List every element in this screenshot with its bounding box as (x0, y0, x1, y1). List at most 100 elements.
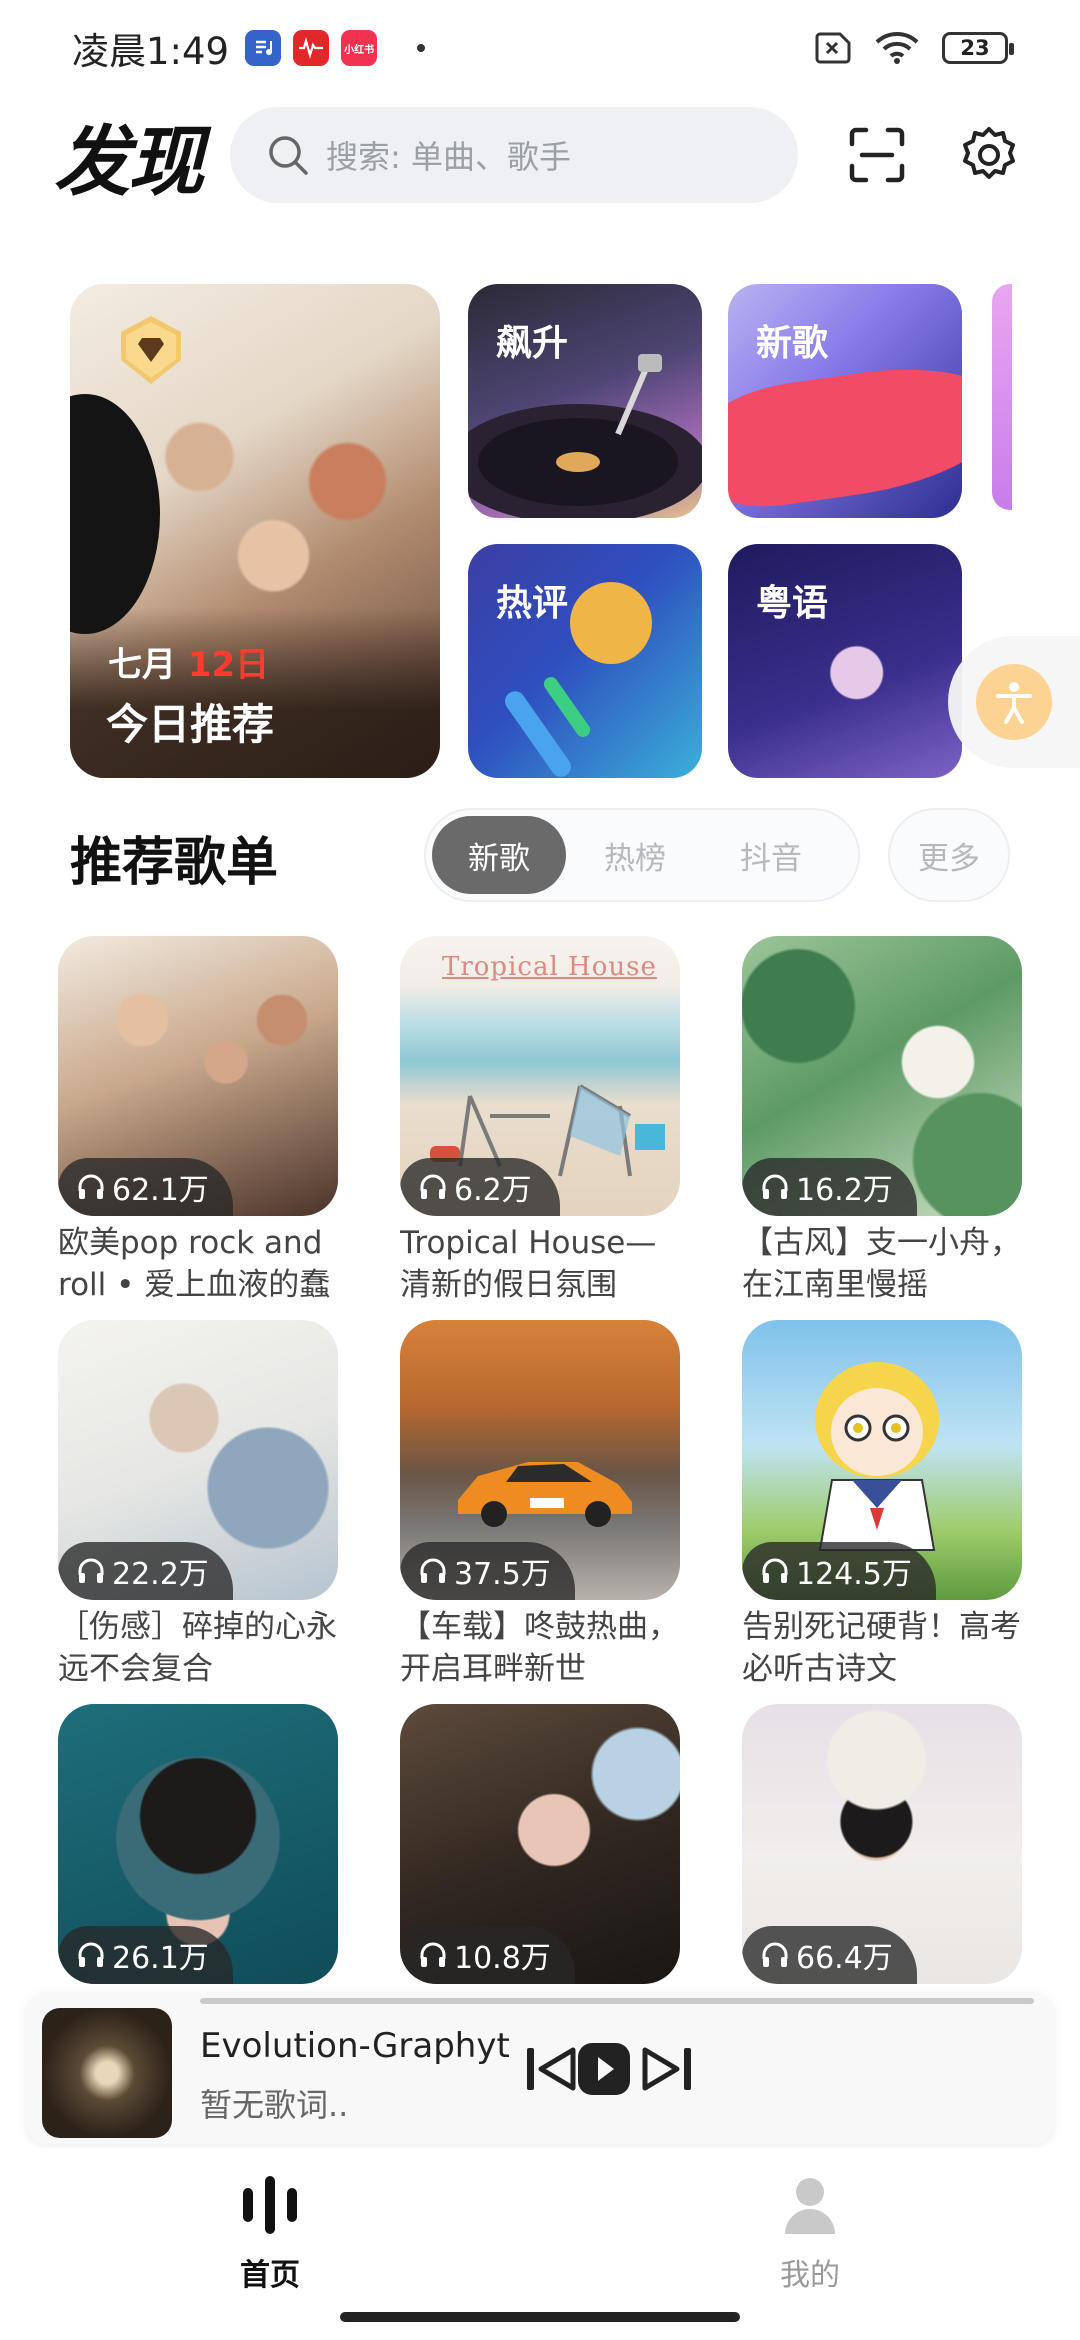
playlist-card[interactable]: 124.5万 告别死记硬背！高考必听古诗文 (742, 1320, 1022, 1690)
play-count-value: 124.5万 (796, 1557, 912, 1592)
daily-day: 12日 (187, 645, 270, 685)
turntable-image (468, 354, 702, 518)
nav-mine-label: 我的 (780, 2258, 840, 2293)
nav-home[interactable]: 首页 (190, 2172, 350, 2294)
playlist-cover: Tropical House 6.2万 (400, 936, 680, 1216)
daily-recommend-card[interactable]: 七月 12日 今日推荐 (70, 284, 440, 778)
play-count: 26.1万 (58, 1926, 233, 1984)
user-icon (785, 2178, 835, 2234)
home-indicator[interactable] (340, 2312, 740, 2322)
battery-level: 23 (960, 36, 990, 60)
play-button[interactable] (574, 2040, 634, 2098)
mini-player[interactable]: Evolution-Graphyt 暂无歌词.. (26, 1992, 1054, 2144)
playlist-card[interactable]: Tropical House 6.2万 Tropical House—清新的假日… (400, 936, 680, 1306)
playlist-cover: 66.4万 (742, 1704, 1022, 1984)
header: 发现 搜索: 单曲、歌手 (0, 100, 1080, 210)
headphones-icon (420, 1942, 446, 1967)
settings-button[interactable] (958, 124, 1020, 186)
playlist-title: 欧美pop rock and roll • 爱上血液的蠢 (58, 1225, 331, 1303)
next-button[interactable] (636, 2040, 698, 2098)
playlist-title: ［伤感］碎掉的心永远不会复合 (58, 1609, 337, 1687)
play-count-value: 66.4万 (796, 1941, 893, 1976)
playlist-cover: 62.1万 (58, 936, 338, 1216)
playlist-card[interactable]: 62.1万 欧美pop rock and roll • 爱上血液的蠢 (58, 936, 338, 1306)
tile-cantonese-label: 粤语 (756, 583, 829, 624)
skip-next-icon (642, 2047, 691, 2091)
playlist-card[interactable]: 22.2万 ［伤感］碎掉的心永远不会复合 (58, 1320, 338, 1690)
tab-hot-chart[interactable]: 热榜 (568, 816, 702, 894)
wifi-icon (875, 32, 919, 64)
playlist-card[interactable]: 10.8万 (400, 1704, 680, 1984)
notification-icons: 小红书 (245, 30, 426, 66)
playlist-cover: 10.8万 (400, 1704, 680, 1984)
next-tile-edge[interactable] (992, 284, 1012, 510)
player-album-cover[interactable] (42, 2008, 172, 2138)
play-count-value: 16.2万 (796, 1173, 893, 1208)
play-count: 22.2万 (58, 1542, 233, 1600)
headphones-icon (420, 1174, 446, 1199)
chart-rise-tile[interactable]: 飙升 (468, 284, 702, 518)
play-icon (578, 2043, 630, 2095)
battery-indicator: 23 (942, 32, 1014, 64)
playlist-cover: 124.5万 (742, 1320, 1022, 1600)
home-bars-icon (243, 2176, 297, 2234)
play-count: 6.2万 (400, 1158, 560, 1216)
nav-mine[interactable]: 我的 (730, 2172, 890, 2294)
play-count-value: 22.2万 (112, 1557, 209, 1592)
tab-new-songs[interactable]: 新歌 (432, 816, 566, 894)
play-count: 37.5万 (400, 1542, 575, 1600)
diamond-badge-icon (121, 316, 181, 384)
sports-car-image (458, 1462, 632, 1527)
play-count: 16.2万 (742, 1158, 917, 1216)
previous-button[interactable] (520, 2040, 582, 2098)
playlist-card[interactable]: 37.5万 【车载】咚鼓热曲，开启耳畔新世 (400, 1320, 680, 1690)
playlist-cover: 22.2万 (58, 1320, 338, 1600)
playlist-cover: 16.2万 (742, 936, 1022, 1216)
tile-new-wave (728, 353, 962, 515)
play-count: 66.4万 (742, 1926, 917, 1984)
daily-month: 七月 (108, 645, 176, 685)
play-count-value: 6.2万 (454, 1173, 532, 1208)
tile-rise-label: 飙升 (496, 323, 569, 364)
tab-douyin[interactable]: 抖音 (704, 816, 838, 894)
nav-home-label: 首页 (240, 2258, 300, 2293)
headphones-icon (762, 1558, 788, 1583)
play-count: 124.5万 (742, 1542, 936, 1600)
headphones-icon (78, 1942, 104, 1967)
headphones-icon (420, 1558, 446, 1583)
status-bar: 凌晨1:49 小红书 23 (0, 0, 1080, 96)
playlist-title: Tropical House—清新的假日氛围 (400, 1225, 657, 1303)
play-count-value: 62.1万 (112, 1173, 209, 1208)
chart-hot-comments-tile[interactable]: 热评 (468, 544, 702, 778)
playlist-card[interactable]: 66.4万 (742, 1704, 1022, 1984)
headphones-icon (762, 1174, 788, 1199)
tile-hot-label: 热评 (496, 583, 569, 624)
search-icon (269, 136, 308, 175)
playlist-card[interactable]: 16.2万 【古风】支一小舟，在江南里慢摇 (742, 936, 1022, 1306)
sim-x-icon (815, 32, 851, 64)
headphones-icon (78, 1558, 104, 1583)
accessibility-float-button[interactable] (948, 636, 1080, 768)
player-song-title: Evolution-Graphyt (200, 2026, 510, 2066)
playlist-cover: 37.5万 (400, 1320, 680, 1600)
scan-button[interactable] (846, 124, 908, 186)
chart-new-tile[interactable]: 新歌 (728, 284, 962, 518)
status-right: 23 (812, 31, 1014, 65)
player-progress-bar[interactable] (200, 1998, 1034, 2004)
playlist-card[interactable]: 26.1万 (58, 1704, 338, 1984)
tile-hot-stroke (541, 674, 593, 740)
xiaohongshu-app-icon: 小红书 (341, 30, 378, 66)
playlist-title: 【古风】支一小舟，在江南里慢摇 (742, 1225, 1021, 1303)
daily-label: 今日推荐 (106, 700, 275, 749)
search-input[interactable]: 搜索: 单曲、歌手 (230, 107, 798, 203)
playlist-cover: 26.1万 (58, 1704, 338, 1984)
chart-cantonese-tile[interactable]: 粤语 (728, 544, 962, 778)
accessibility-icon (976, 664, 1052, 740)
daily-date: 七月 12日 (108, 637, 269, 686)
skip-previous-icon (527, 2047, 576, 2091)
section-title: 推荐歌单 (70, 833, 279, 893)
more-button[interactable]: 更多 (888, 808, 1010, 902)
playlist-title: 【车载】咚鼓热曲，开启耳畔新世 (400, 1609, 679, 1687)
headphones-icon (78, 1174, 104, 1199)
tile-hot-sun (570, 582, 652, 664)
